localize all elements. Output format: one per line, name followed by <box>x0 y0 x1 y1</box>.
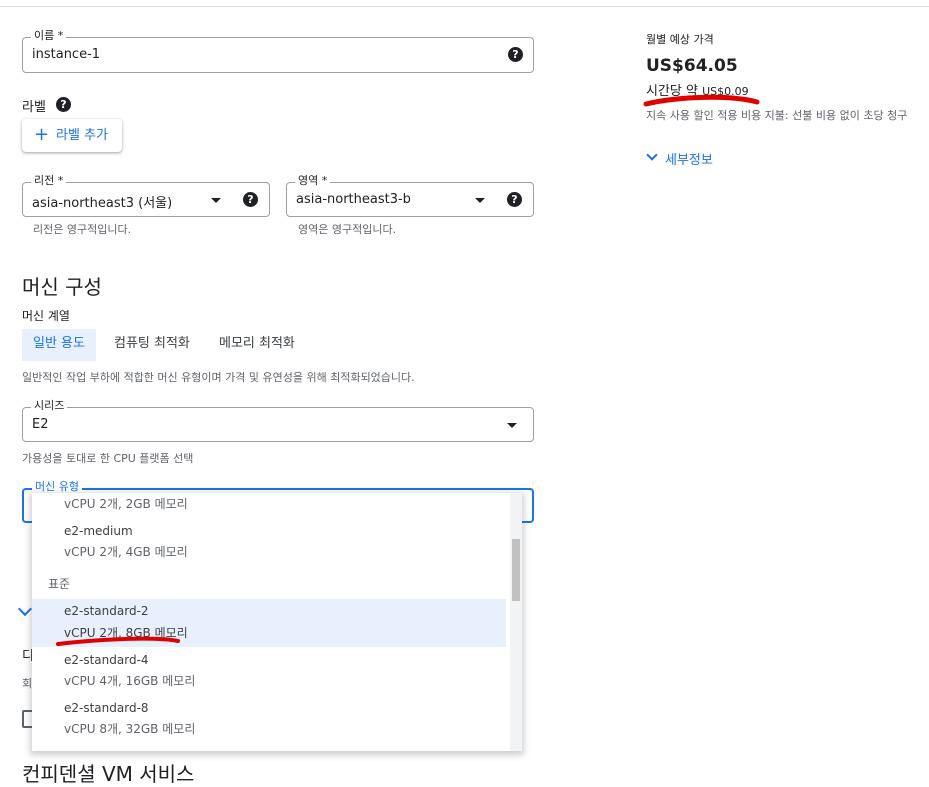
region-label: 리전 * <box>31 174 67 188</box>
machine-type-label: 머신 유형 <box>32 480 82 494</box>
list-item-e2-standard-8[interactable]: e2-standard-8 vCPU 8개, 32GB 메모리 <box>32 697 506 745</box>
option-name: e2-standard-8 <box>64 701 149 715</box>
labels-title: 라벨 <box>22 100 46 115</box>
add-label-button-label: 라벨 추가 <box>56 128 108 143</box>
tab-compute-optimized[interactable]: 컴퓨팅 최적화 <box>114 329 190 361</box>
scrollbar-thumb[interactable] <box>512 539 520 601</box>
option-name: e2-medium <box>64 524 133 538</box>
monthly-price: US$64.05 <box>646 56 738 76</box>
help-icon[interactable]: ? <box>56 97 71 112</box>
machine-config-title: 머신 구성 <box>22 275 102 299</box>
tab-general-purpose[interactable]: 일반 용도 <box>22 329 96 361</box>
region-select[interactable]: 리전 * asia-northeast3 (서울) ? <box>22 174 270 217</box>
zone-select[interactable]: 영역 * asia-northeast3-b ? <box>286 174 534 217</box>
annotation-underline <box>56 636 180 646</box>
family-description: 일반적인 작업 부하에 적합한 머신 유형이며 가격 및 유연성을 위해 최적화… <box>22 371 415 384</box>
series-hint: 가용성을 토대로 한 CPU 플랫폼 선택 <box>22 452 194 465</box>
confidential-vm-title: 컨피덴셜 VM 서비스 <box>22 762 195 786</box>
name-field-label: 이름 * <box>31 29 67 43</box>
option-name: e2-standard-2 <box>64 604 149 618</box>
series-label: 시리즈 <box>31 399 68 413</box>
tab-memory-optimized[interactable]: 메모리 최적화 <box>219 329 295 361</box>
region-hint: 리전은 영구적입니다. <box>33 223 132 236</box>
zone-value: asia-northeast3-b <box>296 192 411 207</box>
option-desc: vCPU 4개, 16GB 메모리 <box>64 674 196 688</box>
hidden-heading-fragment: 디 <box>22 649 32 664</box>
details-link-label: 세부정보 <box>665 153 713 168</box>
dropdown-arrow-icon <box>211 198 221 203</box>
list-item[interactable]: vCPU 2개, 2GB 메모리 <box>32 493 506 521</box>
hidden-text-fragment: 회 <box>22 677 32 690</box>
option-desc: vCPU 8개, 32GB 메모리 <box>64 722 196 736</box>
zone-hint: 영역은 영구적입니다. <box>298 223 397 236</box>
machine-family-label: 머신 계열 <box>22 309 70 323</box>
name-field-value: instance-1 <box>32 47 101 62</box>
scrollbar-track[interactable] <box>510 493 522 751</box>
option-desc: vCPU 2개, 4GB 메모리 <box>64 545 188 559</box>
series-select[interactable]: 시리즈 E2 <box>22 399 534 442</box>
plus-icon: + <box>34 124 50 145</box>
group-header-standard: 표준 <box>48 577 71 591</box>
zone-label: 영역 * <box>295 174 331 188</box>
help-icon[interactable]: ? <box>507 192 522 207</box>
details-link[interactable]: 세부정보 <box>646 149 713 168</box>
help-icon[interactable]: ? <box>243 192 258 207</box>
help-icon[interactable]: ? <box>508 47 523 62</box>
tab-label: 메모리 최적화 <box>219 336 295 351</box>
add-label-button[interactable]: + 라벨 추가 <box>22 119 122 152</box>
name-field[interactable]: 이름 * instance-1 ? <box>22 29 534 73</box>
dropdown-arrow-icon <box>507 423 517 428</box>
machine-type-dropdown[interactable]: vCPU 2개, 2GB 메모리 e2-medium vCPU 2개, 4GB … <box>32 493 522 751</box>
dropdown-arrow-icon <box>475 198 485 203</box>
top-divider <box>0 6 929 7</box>
chevron-down-icon <box>646 149 658 161</box>
option-name: e2-standard-4 <box>64 653 149 667</box>
pricing-label: 월별 예상 가격 <box>646 33 714 46</box>
collapse-chevron-icon[interactable] <box>17 601 33 617</box>
list-item-e2-medium[interactable]: e2-medium vCPU 2개, 4GB 메모리 <box>32 521 506 567</box>
region-value: asia-northeast3 (서울) <box>32 196 173 211</box>
tab-label: 컴퓨팅 최적화 <box>114 336 190 351</box>
tab-label: 일반 용도 <box>33 336 85 351</box>
list-item-e2-standard-4[interactable]: e2-standard-4 vCPU 4개, 16GB 메모리 <box>32 649 506 697</box>
series-value: E2 <box>32 417 49 432</box>
annotation-underline <box>643 94 760 107</box>
option-desc: vCPU 2개, 2GB 메모리 <box>64 497 188 511</box>
